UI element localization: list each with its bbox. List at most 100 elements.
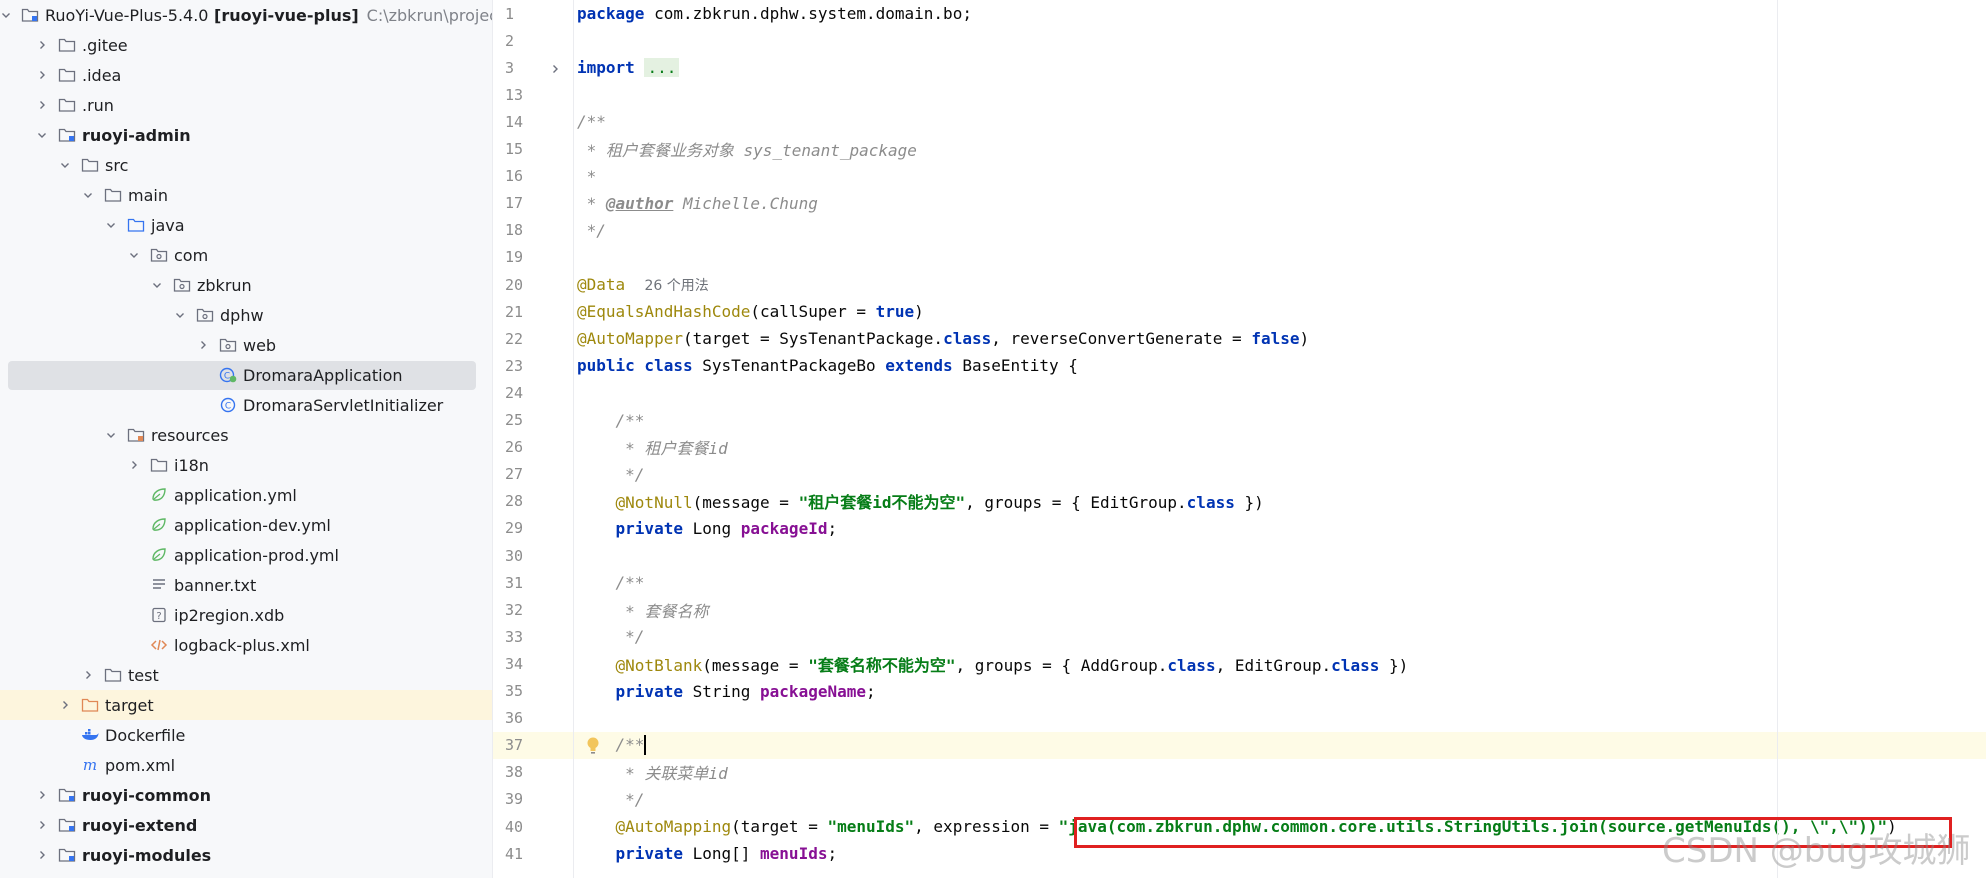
chevron-down-icon[interactable] [35,128,49,142]
chevron-right-icon[interactable] [127,458,141,472]
code-line[interactable] [574,244,1986,271]
code-line[interactable]: /** [574,407,1986,434]
tree-item[interactable]: RuoYi-Vue-Plus-5.4.0 [ruoyi-vue-plus] C:\… [0,0,492,30]
tree-item[interactable]: m pom.xml [0,750,492,780]
chevron-down-icon[interactable] [150,278,164,292]
chevron-down-icon[interactable] [81,188,95,202]
gutter-line[interactable]: 31 [493,569,573,596]
gutter-line[interactable]: 38 [493,759,573,786]
code-line[interactable]: /** [574,569,1986,596]
tree-item[interactable]: application-dev.yml [0,510,492,540]
folded-imports[interactable]: ... [644,58,680,78]
code-line[interactable]: /** [574,731,1986,759]
code-line[interactable]: public class SysTenantPackageBo extends … [574,352,1986,379]
gutter-line[interactable]: 35 [493,678,573,705]
code-line[interactable]: @EqualsAndHashCode(callSuper = true) [574,298,1986,325]
gutter-line[interactable]: 24 [493,379,573,406]
code-line[interactable]: */ [574,461,1986,488]
gutter-line[interactable]: 3 [493,54,573,81]
code-line[interactable]: private String packageName; [574,678,1986,705]
gutter-line[interactable]: 1 [493,0,573,27]
tree-item[interactable]: application.yml [0,480,492,510]
tree-item[interactable]: ? ip2region.xdb [0,600,492,630]
tree-item[interactable]: .run [0,90,492,120]
chevron-right-icon[interactable] [35,98,49,112]
chevron-down-icon[interactable] [127,248,141,262]
gutter-line[interactable]: 29 [493,515,573,542]
chevron-right-icon[interactable] [35,818,49,832]
gutter-line[interactable]: 32 [493,596,573,623]
tree-item[interactable]: java [0,210,492,240]
gutter-line[interactable]: 19 [493,244,573,271]
gutter-line[interactable]: 37 [493,731,573,759]
code-line[interactable]: * 租户套餐id [574,434,1986,461]
tree-item[interactable]: ruoyi-admin [0,120,492,150]
code-line[interactable] [574,81,1986,108]
chevron-down-icon[interactable] [58,158,72,172]
gutter-line[interactable]: 13 [493,81,573,108]
tree-item[interactable]: ruoyi-extend [0,810,492,840]
code-line[interactable] [574,379,1986,406]
gutter-line[interactable]: 22 [493,325,573,352]
lightbulb-icon[interactable] [585,736,601,756]
code-line[interactable]: * 套餐名称 [574,596,1986,623]
code-line[interactable] [574,705,1986,732]
tree-item[interactable]: C DromaraServletInitializer [0,390,492,420]
chevron-down-icon[interactable] [0,8,12,22]
code-line[interactable]: @Data 26 个用法 [574,271,1986,298]
chevron-down-icon[interactable] [173,308,187,322]
code-line[interactable]: @AutoMapper(target = SysTenantPackage.cl… [574,325,1986,352]
tree-item[interactable]: web [0,330,492,360]
code-line[interactable]: */ [574,217,1986,244]
code-line[interactable]: @NotBlank(message = "套餐名称不能为空", groups =… [574,650,1986,677]
code-line[interactable]: * 关联菜单id [574,759,1986,786]
gutter-line[interactable]: 20 [493,271,573,298]
tree-item[interactable]: ruoyi-modules [0,840,492,870]
code-line[interactable]: private Long[] menuIds; [574,840,1986,867]
tree-item[interactable]: .idea [0,60,492,90]
chevron-right-icon[interactable] [35,848,49,862]
gutter-line[interactable]: 18 [493,217,573,244]
gutter-line[interactable]: 17 [493,190,573,217]
gutter-line[interactable]: 34 [493,650,573,677]
gutter-line[interactable]: 2 [493,27,573,54]
gutter-line[interactable]: 30 [493,542,573,569]
chevron-down-icon[interactable] [104,428,118,442]
gutter-line[interactable]: 33 [493,623,573,650]
tree-item[interactable]: i18n [0,450,492,480]
chevron-down-icon[interactable] [104,218,118,232]
gutter-line[interactable]: 40 [493,813,573,840]
tree-item[interactable]: zbkrun [0,270,492,300]
usages-hint[interactable]: 26 个用法 [644,278,708,294]
tree-item[interactable]: src [0,150,492,180]
tree-item[interactable]: .gitee [0,30,492,60]
tree-item[interactable]: banner.txt [0,570,492,600]
chevron-right-icon[interactable] [35,788,49,802]
tree-item[interactable]: application-prod.yml [0,540,492,570]
code-line[interactable]: @AutoMapping(target = "menuIds", express… [574,813,1986,840]
code-line[interactable]: private Long packageId; [574,515,1986,542]
gutter-line[interactable]: 27 [493,461,573,488]
code-line[interactable]: @NotNull(message = "租户套餐id不能为空", groups … [574,488,1986,515]
chevron-right-icon[interactable] [35,68,49,82]
tree-item[interactable]: test [0,660,492,690]
code-editor[interactable]: package com.zbkrun.dphw.system.domain.bo… [574,0,1986,878]
tree-item[interactable]: dphw [0,300,492,330]
code-line[interactable]: */ [574,786,1986,813]
gutter-line[interactable]: 15 [493,136,573,163]
tree-item[interactable]: logback-plus.xml [0,630,492,660]
fold-chevron-icon[interactable] [549,61,561,79]
code-line[interactable]: /** [574,108,1986,135]
code-line[interactable]: * [574,163,1986,190]
chevron-right-icon[interactable] [196,338,210,352]
project-tree[interactable]: RuoYi-Vue-Plus-5.4.0 [ruoyi-vue-plus] C:\… [0,0,493,878]
gutter-line[interactable]: 36 [493,705,573,732]
gutter-line[interactable]: 41 [493,840,573,867]
gutter-line[interactable]: 16 [493,163,573,190]
code-line[interactable]: import ... [574,54,1986,81]
code-line[interactable] [574,27,1986,54]
gutter-line[interactable]: 25 [493,407,573,434]
code-line[interactable]: */ [574,623,1986,650]
gutter-line[interactable]: 26 [493,434,573,461]
tree-item[interactable]: resources [0,420,492,450]
